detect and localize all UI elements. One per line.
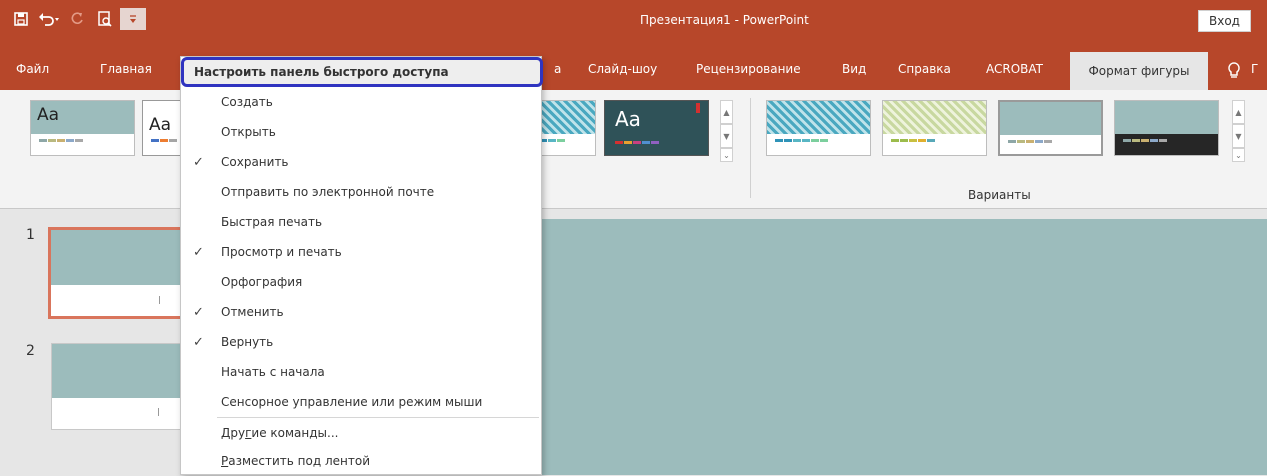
- checkmark-icon: ✓: [193, 304, 204, 320]
- save-button[interactable]: [8, 8, 34, 30]
- title-bar: Презентация1 - PowerPoint Вход: [0, 0, 1267, 52]
- lightbulb-icon[interactable]: [1227, 62, 1241, 80]
- menu-item-undo[interactable]: ✓ Отменить: [181, 297, 541, 327]
- tab-help[interactable]: Справка: [898, 62, 951, 76]
- tab-acrobat[interactable]: ACROBAT: [986, 62, 1043, 76]
- sign-in-button[interactable]: Вход: [1198, 10, 1251, 32]
- variant-thumb-1[interactable]: [766, 100, 871, 156]
- menu-item-save[interactable]: ✓ Сохранить: [181, 147, 541, 177]
- quick-access-toolbar: [8, 8, 146, 30]
- customize-qat-menu: Настроить панель быстрого доступа Создат…: [180, 56, 543, 476]
- menu-item-email[interactable]: Отправить по электронной почте: [181, 177, 541, 207]
- redo-icon: [71, 12, 83, 24]
- theme-thumb-dark[interactable]: Aa: [604, 100, 709, 156]
- save-icon: [14, 12, 28, 26]
- undo-icon: [39, 13, 59, 26]
- slide-number: 1: [26, 227, 35, 243]
- menu-item-open[interactable]: Открыть: [181, 117, 541, 147]
- tab-slideshow[interactable]: Слайд-шоу: [588, 62, 657, 76]
- menu-item-spelling[interactable]: Орфография: [181, 267, 541, 297]
- tab-review[interactable]: Рецензирование: [696, 62, 801, 76]
- variant-thumb-3-selected[interactable]: [998, 100, 1103, 156]
- undo-button[interactable]: [36, 8, 62, 30]
- theme-thumb-1[interactable]: Aa: [30, 100, 135, 156]
- checkmark-icon: ✓: [193, 154, 204, 170]
- menu-item-more-commands[interactable]: Другие команды...: [181, 418, 541, 448]
- themes-scroll-up[interactable]: ▲: [720, 100, 733, 124]
- variant-thumb-2[interactable]: [882, 100, 987, 156]
- tab-file[interactable]: Файл: [16, 62, 49, 76]
- variants-more[interactable]: ⌄: [1232, 148, 1245, 162]
- menu-item-start-from-beginning[interactable]: Начать с начала: [181, 357, 541, 387]
- themes-more[interactable]: ⌄: [720, 148, 733, 162]
- tab-shape-format[interactable]: Формат фигуры: [1070, 52, 1208, 90]
- redo-button[interactable]: [64, 8, 90, 30]
- checkmark-icon: ✓: [193, 244, 204, 260]
- window-title: Презентация1 - PowerPoint: [640, 13, 809, 27]
- themes-scroll-down[interactable]: ▼: [720, 124, 733, 148]
- tab-animations-partial[interactable]: а: [554, 62, 561, 76]
- tab-view[interactable]: Вид: [842, 62, 866, 76]
- menu-item-touch-mouse-mode[interactable]: Сенсорное управление или режим мыши: [181, 387, 541, 417]
- variant-thumb-4[interactable]: [1114, 100, 1219, 156]
- menu-item-show-below-ribbon[interactable]: Разместить под лентой: [181, 446, 541, 476]
- menu-header: Настроить панель быстрого доступа: [181, 57, 543, 87]
- slide-canvas[interactable]: [541, 219, 1267, 475]
- menu-item-redo[interactable]: ✓ Вернуть: [181, 327, 541, 357]
- menu-item-quick-print[interactable]: Быстрая печать: [181, 207, 541, 237]
- theme-label: Aa: [615, 107, 641, 131]
- theme-label: Aa: [149, 115, 172, 135]
- variants-scroll-up[interactable]: ▲: [1232, 100, 1245, 124]
- print-preview-button[interactable]: [92, 8, 118, 30]
- tab-overflow-partial: Г: [1251, 62, 1259, 76]
- slide-thumbnail-2[interactable]: [51, 343, 185, 430]
- variants-scroll-down[interactable]: ▼: [1232, 124, 1245, 148]
- group-label-variants: Варианты: [968, 188, 1031, 202]
- customize-qat-button[interactable]: [120, 8, 146, 30]
- checkmark-icon: ✓: [193, 334, 204, 350]
- theme-label: Aa: [37, 105, 60, 125]
- slide-number: 2: [26, 343, 35, 359]
- menu-item-print-preview[interactable]: ✓ Просмотр и печать: [181, 237, 541, 267]
- slide-thumbnail-1[interactable]: [48, 227, 188, 319]
- customize-arrow-icon: [130, 15, 136, 23]
- menu-item-new[interactable]: Создать: [181, 87, 541, 117]
- tab-home[interactable]: Главная: [100, 62, 152, 76]
- print-preview-icon: [98, 11, 112, 27]
